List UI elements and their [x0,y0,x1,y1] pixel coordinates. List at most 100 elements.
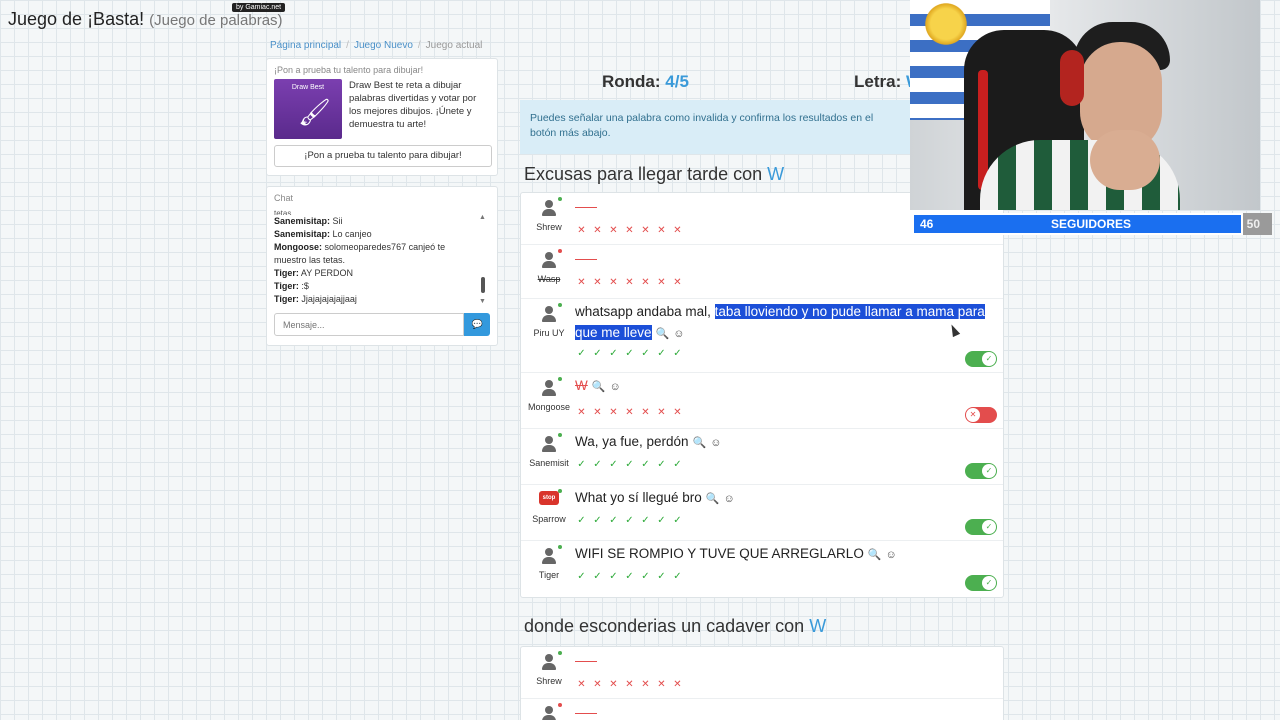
valid-toggle[interactable]: ✓ [965,351,997,367]
round-indicator: Ronda: 4/5 [602,72,689,92]
breadcrumb-home[interactable]: Página principal [270,40,341,51]
answer-row: Sanemisit Wa, ya fue, perdón 🔍 ☺ ✓ ✓ ✓ ✓ ✓ ✓ ✓ ✓ [521,429,1003,485]
answer-text [575,249,999,270]
answer-text: whatsapp andaba mal, taba lloviendo y no… [575,304,985,340]
chat-message-partial: tetas. [274,209,294,215]
player [523,703,575,720]
chat-message: Tiger: AY PERDON [274,268,354,278]
chat-message-input[interactable] [274,313,465,336]
search-icon[interactable]: 🔍 [868,549,882,561]
user-icon [539,545,562,567]
online-status-dot [558,545,562,549]
chat-send-button[interactable]: 💬 [464,313,490,336]
streamer-hand [1090,130,1160,190]
vote-marks: ✓ ✓ ✓ ✓ ✓ ✓ ✓ [577,459,682,470]
answer-row: stop Sparrow What yo sí llegué bro 🔍 ☺ ✓ ✓ ✓… [521,485,1003,541]
online-status-dot [558,489,562,493]
empty-answer-dash [575,707,597,714]
player-name: Mongoose [527,402,571,412]
smiley-icon[interactable]: ☺ [609,381,620,393]
empty-answer-dash [575,655,597,662]
chat-message: Sanemisitap: Sii [274,216,343,226]
player-name: Shrew [536,222,562,232]
promo-panel: ¡Pon a prueba tu talento para dibujar! D… [266,58,498,176]
breadcrumb: Página principal / Juego Nuevo / Juego actua… [270,40,482,51]
answer-row: Wasp ✕ ✕ ✕ ✕ ✕ ✕ ✕ [521,245,1003,299]
stop-avatar-icon: stop [539,489,562,511]
player: Wasp [523,249,575,284]
chat-message: Sanemisitap: Lo canjeo [274,229,372,239]
headset-icon [1060,50,1084,106]
valid-toggle[interactable]: ✓ [965,575,997,591]
category-title: donde esconderias un cadaver con W [524,616,827,636]
player-name: Wasp [537,274,561,284]
followers-current: 46 [920,217,934,231]
smiley-icon[interactable]: ☺ [710,437,721,449]
offline-status-dot [558,249,562,253]
online-status-dot [558,377,562,381]
player: Tiger [523,545,575,580]
player-name: Shrew [536,676,562,686]
player: Piru UY [523,303,575,338]
promo-description: Draw Best te reta a dibujar palabras div… [349,80,477,130]
chat-title: Chat [274,193,294,203]
answer-row: Mongoose W 🔍 ☺ ✕ ✕ ✕ ✕ ✕ ✕ ✕ ✕ [521,373,1003,429]
chat-panel: Chat tetas. Sanemisitap: Sii Sanemisitap… [266,186,498,346]
valid-toggle[interactable]: ✓ [965,519,997,535]
promo-button[interactable]: ¡Pon a prueba tu talento para dibujar! [274,145,492,167]
category-letter: W [809,616,827,636]
smiley-icon[interactable]: ☺ [886,549,897,561]
followers-goal: 50 [1246,217,1260,231]
answer-text: Wa, ya fue, perdón 🔍 ☺ [575,434,722,449]
answer-text: WIFI SE ROMPIO Y TUVE QUE ARREGLARLO 🔍 ☺ [575,546,897,561]
vote-marks: ✕ ✕ ✕ ✕ ✕ ✕ ✕ [577,225,682,236]
answer-text: W 🔍 ☺ [575,375,999,398]
search-icon[interactable]: 🔍 [592,381,606,393]
player: stop Sparrow [523,489,575,524]
chat-log[interactable]: tetas. Sanemisitap: Sii Sanemisitap: Lo … [274,207,490,307]
promo-thumb-label: Draw Best [291,84,325,91]
scroll-thumb[interactable] [481,277,485,293]
round-value: 4/5 [665,72,689,91]
info-alert: Puedes señalar una palabra como invalida… [520,100,912,154]
player: Sanemisit [523,433,575,468]
breadcrumb-current: Juego actual [425,40,483,51]
scroll-down-icon[interactable]: ▼ [479,295,486,307]
chat-message: Tiger: :$ [274,281,309,291]
followers-goal-bar: 46 SEGUIDORES 50 [912,213,1272,235]
player-name: Sanemisit [529,458,569,468]
breadcrumb-separator: / [346,40,349,51]
online-status-dot [558,433,562,437]
search-icon[interactable]: 🔍 [706,493,720,505]
breadcrumb-new-game[interactable]: Juego Nuevo [354,40,413,51]
valid-toggle[interactable]: ✕ [965,407,997,423]
player-name: Piru UY [533,328,565,338]
offline-status-dot [558,703,562,707]
game-subtitle: (Juego de palabras) [149,12,283,29]
answer-text [575,651,999,672]
followers-label: SEGUIDORES [1051,217,1132,231]
search-icon[interactable]: 🔍 [656,328,670,340]
empty-answer-dash [575,253,597,260]
chat-scrollbar[interactable]: ▲ ▼ [478,207,488,307]
promo-thumbnail[interactable]: Draw Best 🖌 [274,79,342,139]
user-icon [539,303,562,325]
check-icon: ✓ [982,576,996,590]
player-name: Tiger [538,570,560,580]
answer-text [575,703,999,720]
empty-answer-dash [575,201,597,208]
user-icon [539,249,562,271]
answer-row: Shrew ✕ ✕ ✕ ✕ ✕ ✕ ✕ [521,647,1003,699]
user-icon [539,197,562,219]
send-icon: 💬 [471,319,483,329]
search-icon[interactable]: 🔍 [693,437,707,449]
valid-toggle[interactable]: ✓ [965,463,997,479]
scroll-up-icon[interactable]: ▲ [479,211,486,224]
smiley-icon[interactable]: ☺ [724,493,735,505]
check-icon: ✓ [982,352,996,366]
answers-list: Shrew ✕ ✕ ✕ ✕ ✕ ✕ ✕ Wasp ✕ ✕ ✕ ✕ ✕ ✕ ✕ Piru UY whats… [520,192,1004,598]
brush-icon: 🖌 [298,97,332,127]
online-status-dot [558,651,562,655]
check-icon: ✓ [982,520,996,534]
smiley-icon[interactable]: ☺ [673,328,684,340]
